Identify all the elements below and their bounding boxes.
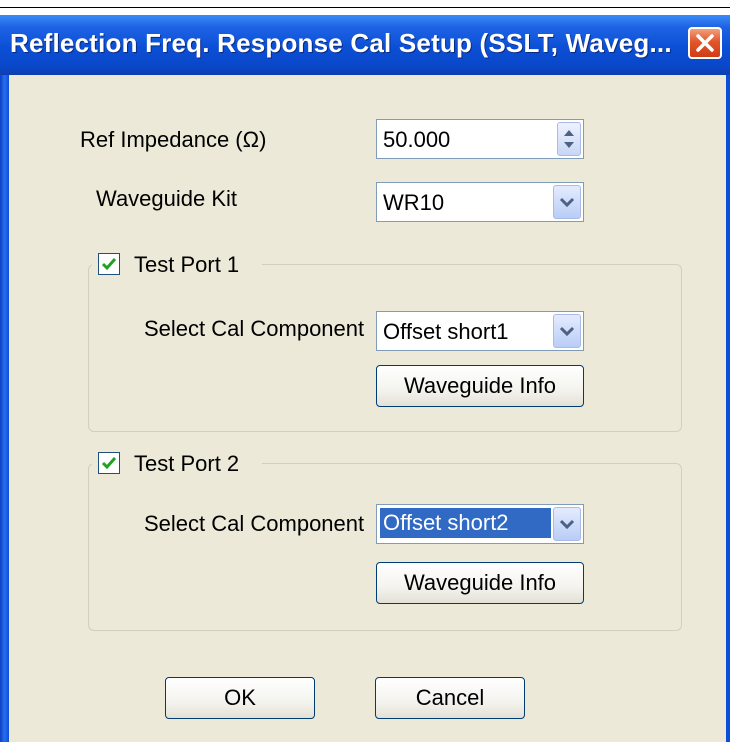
cal-component-1-select[interactable]: Offset short1	[376, 311, 584, 351]
waveguide-kit-dropdown-button[interactable]	[553, 185, 581, 219]
test-port-2-label[interactable]: Test Port 2	[134, 451, 239, 477]
waveguide-kit-select[interactable]: WR10	[376, 182, 584, 222]
checkmark-icon	[101, 457, 117, 470]
waveguide-info-2-button[interactable]: Waveguide Info	[376, 562, 584, 604]
cancel-button[interactable]: Cancel	[375, 677, 525, 719]
title-bar[interactable]: Reflection Freq. Response Cal Setup (SSL…	[0, 15, 730, 75]
chevron-down-icon	[559, 326, 575, 337]
top-edge	[0, 0, 730, 8]
waveguide-kit-value: WR10	[383, 190, 445, 215]
ref-impedance-label: Ref Impedance (Ω)	[80, 127, 267, 152]
window-right-border	[726, 75, 730, 742]
close-icon	[696, 34, 714, 52]
cal-component-2-label: Select Cal Component	[144, 511, 365, 536]
test-port-2-group	[88, 463, 682, 631]
cal-component-1-value: Offset short1	[383, 319, 509, 344]
cal-component-2-dropdown-button[interactable]	[553, 507, 581, 541]
cal-component-1-label: Select Cal Component	[144, 316, 365, 341]
test-port-1-checkbox[interactable]	[98, 253, 120, 275]
checkmark-icon	[101, 258, 117, 271]
cal-component-2-select[interactable]: Offset short2	[376, 504, 584, 544]
test-port-1-label[interactable]: Test Port 1	[134, 252, 239, 278]
dialog-window: Reflection Freq. Response Cal Setup (SSL…	[0, 8, 730, 742]
chevron-down-icon	[559, 519, 575, 530]
close-button[interactable]	[688, 27, 722, 59]
chevron-down-icon	[559, 197, 575, 208]
waveguide-kit-label: Waveguide Kit	[96, 186, 238, 211]
test-port-2-checkbox[interactable]	[98, 452, 120, 474]
window-left-border	[0, 75, 9, 742]
spin-up-down-button[interactable]	[557, 122, 581, 156]
spin-arrows-icon	[564, 130, 574, 148]
cal-component-2-value: Offset short2	[380, 508, 551, 538]
waveguide-info-1-button[interactable]: Waveguide Info	[376, 365, 584, 407]
cal-component-1-dropdown-button[interactable]	[553, 314, 581, 348]
ref-impedance-value[interactable]: 50.000	[383, 127, 450, 153]
ok-button[interactable]: OK	[165, 677, 315, 719]
ref-impedance-spinbox[interactable]: 50.000	[376, 119, 584, 159]
window-title: Reflection Freq. Response Cal Setup (SSL…	[10, 28, 672, 58]
